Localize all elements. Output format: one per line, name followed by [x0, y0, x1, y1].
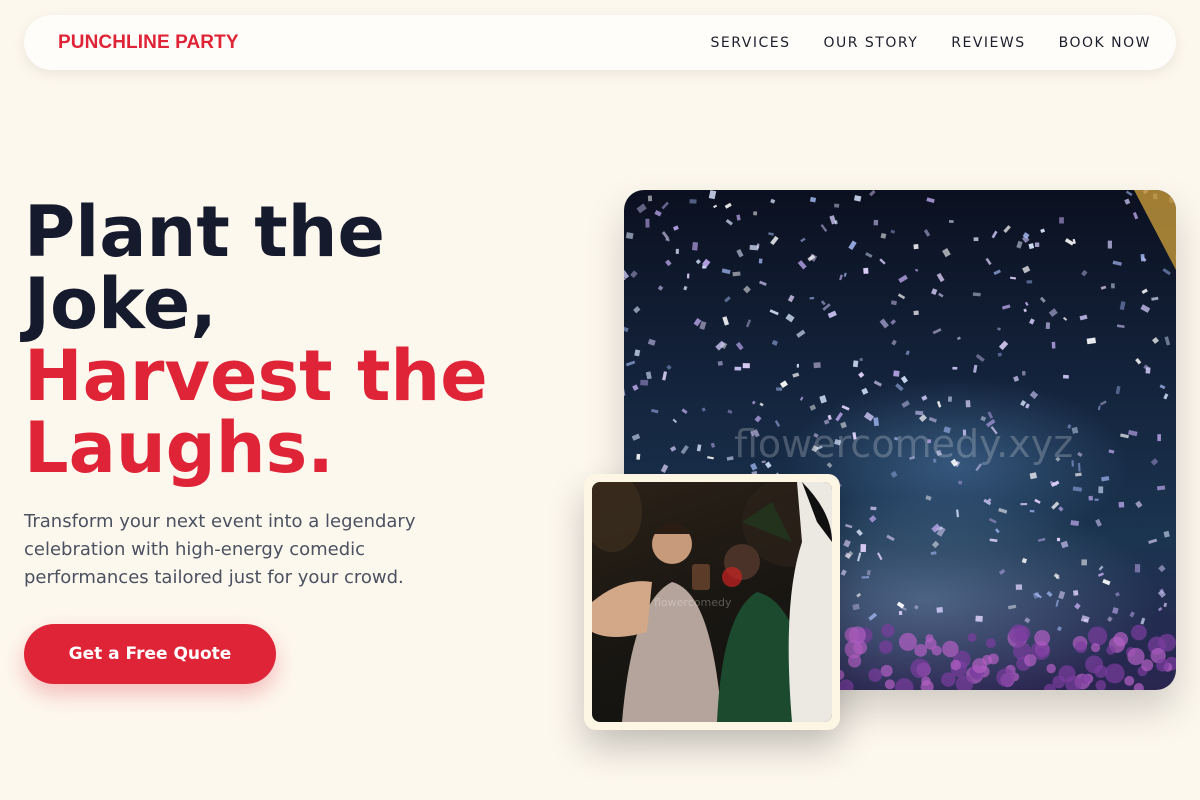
navbar: PUNCHLINE PARTY SERVICES OUR STORY REVIE…	[24, 15, 1176, 70]
hero-subtext: Transform your next event into a legenda…	[24, 511, 416, 588]
brand-logo[interactable]: PUNCHLINE PARTY	[58, 32, 239, 54]
headline-line-3: Harvest the	[24, 335, 488, 417]
headline-line-1: Plant the	[24, 191, 385, 273]
nav-link-reviews[interactable]: REVIEWS	[951, 35, 1025, 51]
headline-line-2: Joke,	[24, 263, 217, 345]
main-photo-watermark: flowercomedy.xyz	[734, 422, 1074, 466]
inset-photo-watermark: flowercomedy	[654, 596, 732, 609]
get-free-quote-button[interactable]: Get a Free Quote	[24, 624, 276, 684]
party-inset-image: flowercomedy	[592, 482, 832, 722]
nav-link-services[interactable]: SERVICES	[711, 35, 791, 51]
party-inset-photo: flowercomedy	[584, 474, 840, 730]
nav-link-our-story[interactable]: OUR STORY	[823, 35, 918, 51]
nav-links: SERVICES OUR STORY REVIEWS BOOK NOW	[711, 35, 1151, 51]
hero-headline: Plant the Joke, Harvest the Laughs.	[24, 196, 584, 484]
headline-line-4: Laughs.	[24, 407, 334, 489]
nav-link-book-now[interactable]: BOOK NOW	[1059, 35, 1151, 51]
